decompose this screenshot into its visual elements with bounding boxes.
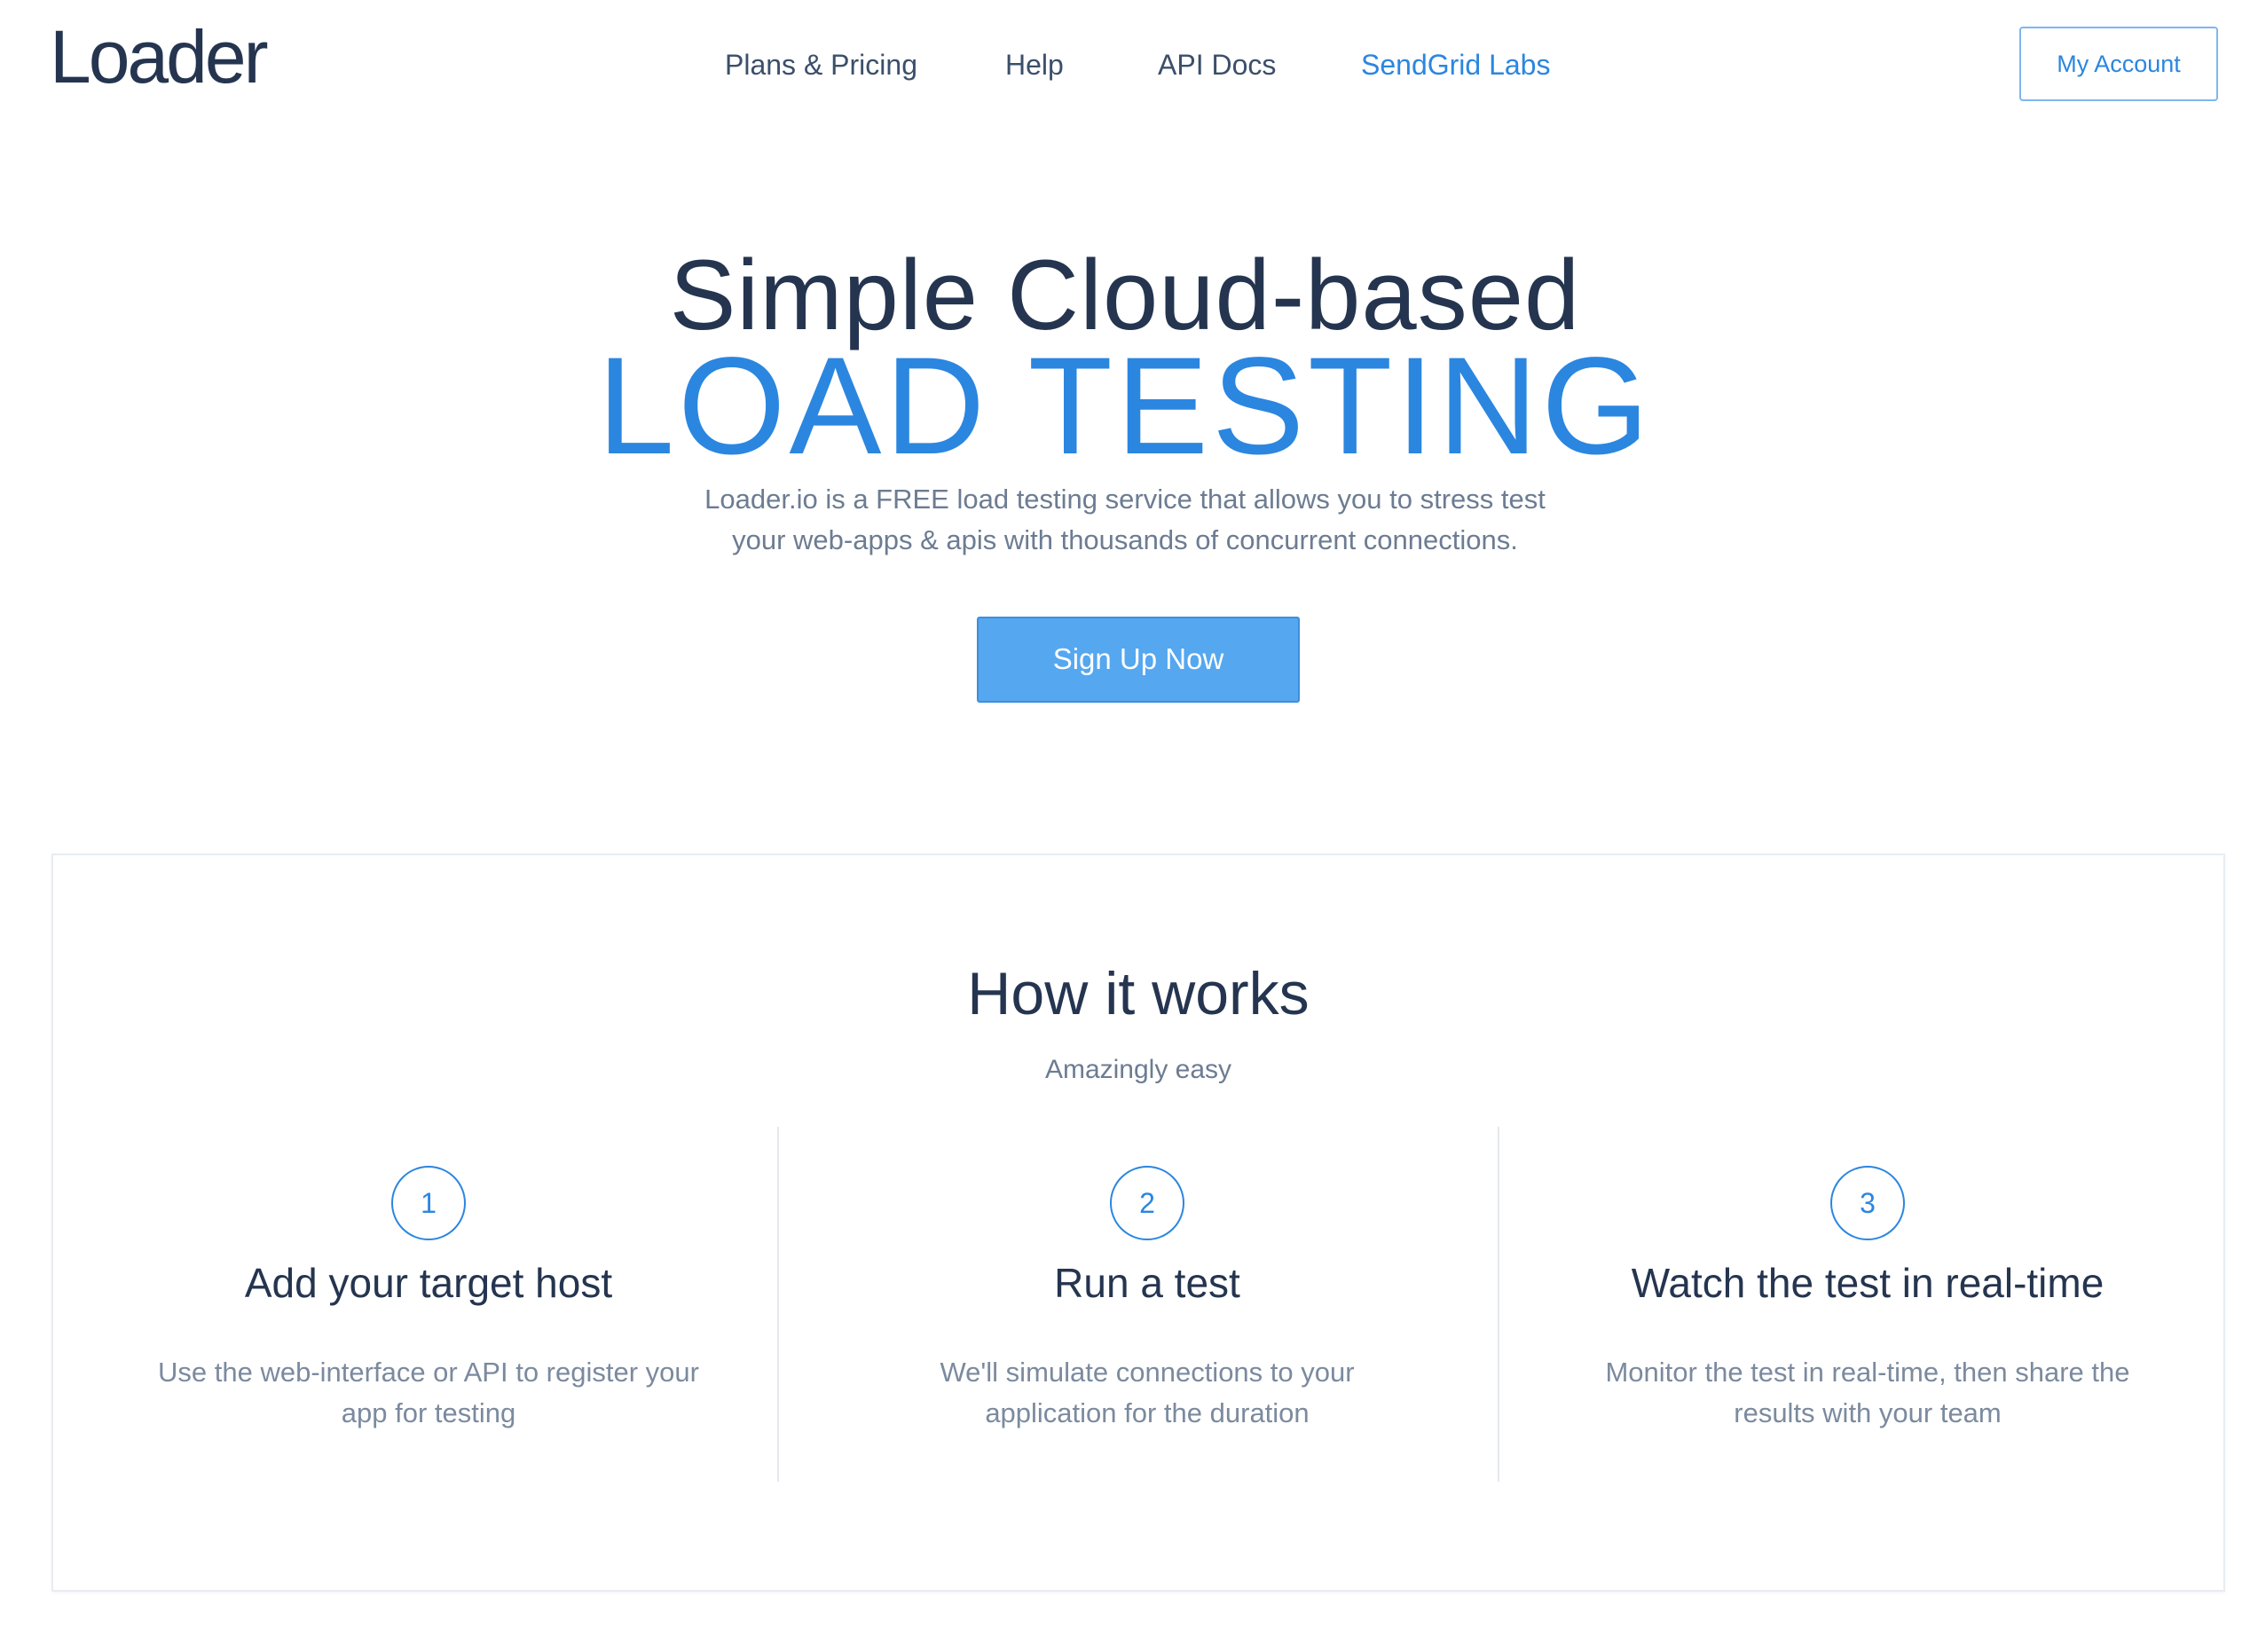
step-number-badge: 1: [391, 1166, 466, 1240]
hero-headline: LOAD TESTING: [597, 329, 1653, 484]
step-divider: [777, 1127, 779, 1482]
step-description: Use the web-interface or API to register…: [158, 1357, 699, 1428]
site-header: Loader Plans & Pricing Help API Docs Sen…: [0, 0, 2250, 133]
my-account-button[interactable]: My Account: [2019, 27, 2218, 101]
step-1: 1 Add your target host Use the web-inter…: [69, 1127, 788, 1482]
step-title: Run a test: [1054, 1260, 1240, 1306]
nav-sendgrid-labs[interactable]: SendGrid Labs: [1361, 43, 1550, 87]
step-title: Add your target host: [244, 1260, 613, 1306]
step-number-badge: 2: [1110, 1166, 1184, 1240]
step-description: We'll simulate connections to your appli…: [940, 1357, 1355, 1428]
section-title: How it works: [967, 960, 1310, 1027]
nav-help[interactable]: Help: [1005, 43, 1064, 87]
step-3: 3 Watch the test in real-time Monitor th…: [1508, 1127, 2227, 1482]
nav-plans-pricing[interactable]: Plans & Pricing: [725, 43, 917, 87]
step-2: 2 Run a test We'll simulate connections …: [788, 1127, 1507, 1482]
step-title: Watch the test in real-time: [1631, 1260, 2104, 1306]
section-subtitle: Amazingly easy: [1044, 1055, 1232, 1084]
main-nav: Plans & Pricing Help API Docs SendGrid L…: [0, 43, 2250, 87]
step-description: Monitor the test in real-time, then shar…: [1605, 1357, 2130, 1428]
nav-api-docs[interactable]: API Docs: [1158, 43, 1276, 87]
step-number-badge: 3: [1830, 1166, 1905, 1240]
how-it-works-section: How it works Amazingly easy 1 Add your t…: [51, 854, 2225, 1592]
hero-description: Loader.io is a FREE load testing service…: [704, 484, 1546, 555]
sign-up-button[interactable]: Sign Up Now: [977, 617, 1300, 703]
step-divider: [1498, 1127, 1499, 1482]
